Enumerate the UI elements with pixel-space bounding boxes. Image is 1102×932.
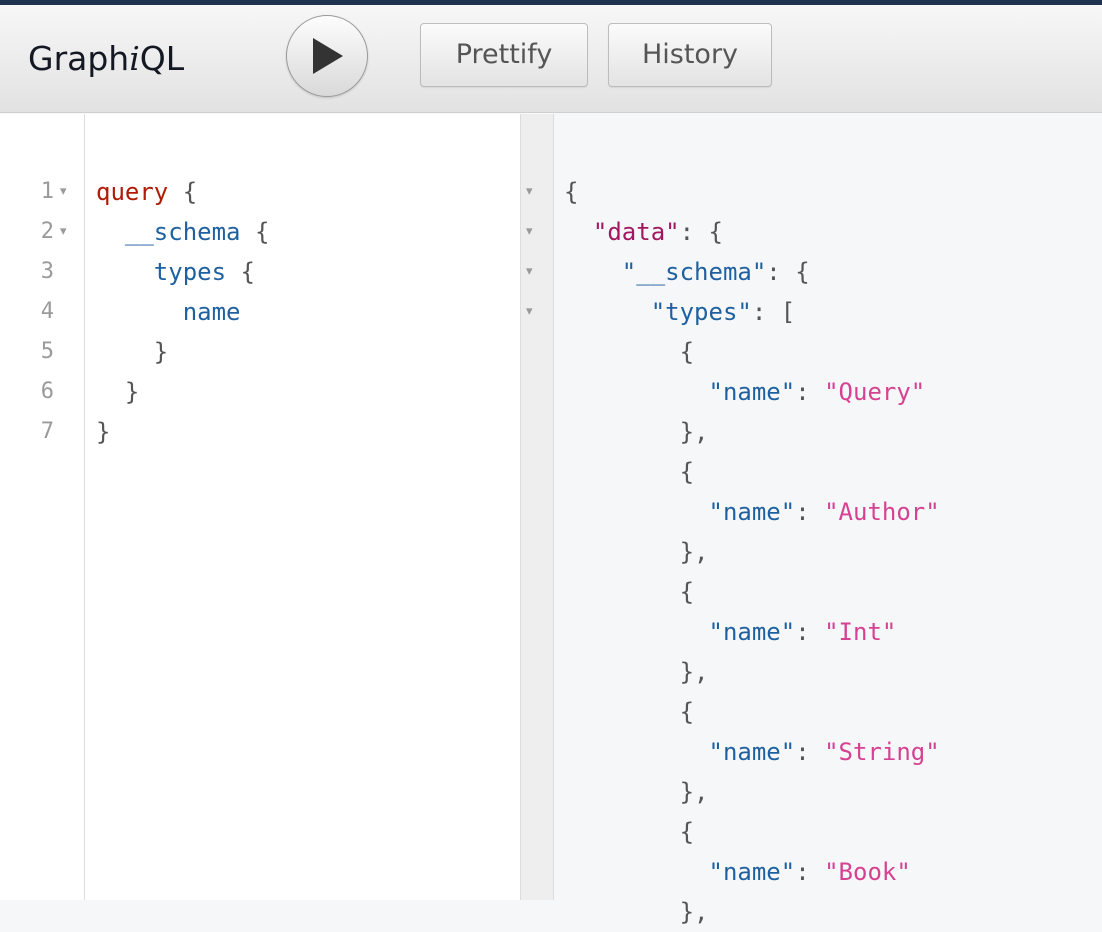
line-number: 1: [40, 179, 54, 204]
fold-arrow-icon[interactable]: ▾: [526, 292, 533, 332]
result-code-line: "name": "Query": [708, 378, 926, 406]
fold-arrow-icon[interactable]: ▾: [526, 212, 533, 252]
line-number: 5: [40, 339, 54, 364]
play-icon: [313, 38, 343, 74]
result-code-line: },: [564, 778, 709, 806]
query-editor[interactable]: 1 ▾ query { 2 ▾ __schema { 3 types { 4 name 5 }…: [0, 114, 520, 900]
execute-query-button[interactable]: [286, 15, 368, 97]
toolbar: GraphiQL Prettify History: [0, 5, 1102, 113]
result-code-line: },: [564, 538, 709, 566]
result-code-line: {: [564, 458, 695, 486]
query-code-line: name: [96, 298, 241, 326]
result-code-line: {: [564, 178, 579, 206]
result-code-line: "name": "Book": [708, 858, 911, 886]
fold-arrow-icon[interactable]: ▾: [526, 252, 533, 292]
line-number: 6: [40, 379, 54, 404]
history-button[interactable]: History: [608, 23, 772, 87]
line-number: 3: [40, 259, 54, 284]
query-code-line: __schema {: [96, 218, 270, 246]
query-code-line: query {: [96, 178, 198, 206]
app-title: GraphiQL: [28, 39, 185, 78]
result-code-line: },: [564, 418, 709, 446]
result-code-line: "name": "String": [708, 738, 940, 766]
query-code-line: types {: [96, 258, 255, 286]
line-number: 4: [40, 299, 54, 324]
result-code-line: {: [564, 578, 695, 606]
line-number: 7: [40, 419, 54, 444]
result-viewer: ▾ { ▾ "data": { ▾ "__schema": { ▾ "types": […: [526, 114, 1102, 926]
result-code-line: "name": "Author": [708, 498, 940, 526]
result-code-line: },: [564, 658, 709, 686]
result-code-line: "data": {: [592, 218, 723, 246]
query-code-line: }: [96, 418, 111, 446]
result-code-line: "name": "Int": [708, 618, 897, 646]
line-number: 2: [40, 219, 54, 244]
fold-arrow-icon[interactable]: ▾: [60, 172, 67, 212]
query-code-line: }: [96, 378, 140, 406]
query-code-line: }: [96, 338, 169, 366]
result-code-line: },: [564, 898, 709, 926]
result-code-line: "__schema": {: [621, 258, 810, 286]
prettify-button[interactable]: Prettify: [420, 23, 588, 87]
fold-arrow-icon[interactable]: ▾: [60, 212, 67, 252]
result-code-line: "types": [: [650, 298, 796, 326]
result-code-line: {: [564, 698, 695, 726]
result-code-line: {: [564, 338, 695, 366]
fold-arrow-icon[interactable]: ▾: [526, 172, 533, 212]
result-code-line: {: [564, 818, 695, 846]
